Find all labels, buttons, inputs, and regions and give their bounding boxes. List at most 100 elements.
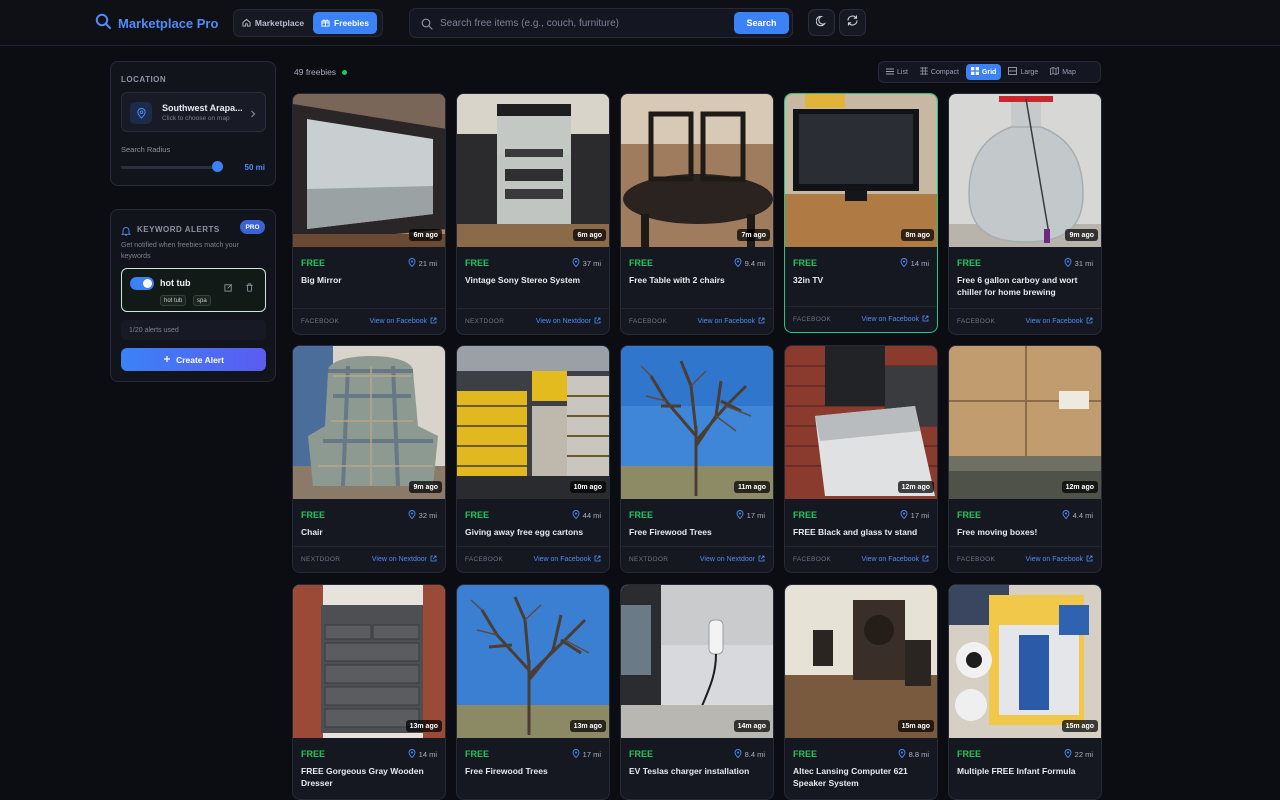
view-list-button[interactable]: List bbox=[881, 64, 913, 80]
view-compact-button[interactable]: Compact bbox=[915, 64, 964, 80]
map-pin-icon bbox=[408, 749, 416, 760]
listing-title[interactable]: 32in TV bbox=[793, 274, 931, 286]
listing-title[interactable]: Free moving boxes! bbox=[957, 526, 1095, 538]
listing-card[interactable]: 7m ago FREE 9.4 mi Free Table with 2 cha… bbox=[620, 93, 774, 335]
location-picker[interactable]: Southwest Arapa... Click to choose on ma… bbox=[121, 92, 266, 132]
edit-icon[interactable] bbox=[224, 279, 233, 297]
listing-card[interactable]: 13m ago FREE 17 mi Free Firewood Trees bbox=[456, 584, 610, 800]
view-listing-link[interactable]: View on Facebook bbox=[1026, 555, 1093, 564]
listing-card[interactable]: 12m ago FREE 17 mi FREE Black and glass … bbox=[784, 345, 938, 573]
listing-card[interactable]: 9m ago FREE 32 mi Chair NEXTDOOR View on… bbox=[292, 345, 446, 573]
listing-time: 14m ago bbox=[733, 720, 770, 732]
view-listing-link[interactable]: View on Facebook bbox=[1026, 317, 1093, 326]
listing-card[interactable]: 9m ago FREE 31 mi Free 6 gallon carboy a… bbox=[948, 93, 1102, 335]
listing-distance-value: 17 mi bbox=[582, 750, 601, 759]
view-map-button[interactable]: Map bbox=[1045, 64, 1081, 80]
listing-time: 15m ago bbox=[1061, 720, 1098, 732]
listing-photo[interactable]: 9m ago bbox=[293, 346, 445, 499]
chevron-right-icon bbox=[249, 106, 257, 124]
listing-card[interactable]: 15m ago FREE 8.8 mi Altec Lansing Comput… bbox=[784, 584, 938, 800]
listing-photo[interactable]: 15m ago bbox=[949, 585, 1101, 738]
map-pin-icon bbox=[1064, 258, 1072, 269]
listing-title[interactable]: Chair bbox=[301, 526, 439, 538]
listing-title[interactable]: Free Firewood Trees bbox=[629, 526, 767, 538]
app-title: Marketplace Pro bbox=[118, 15, 219, 31]
tab-freebies[interactable]: Freebies bbox=[313, 12, 377, 34]
listing-card[interactable]: 14m ago FREE 8.4 mi EV Teslas charger in… bbox=[620, 584, 774, 800]
listing-footer: FACEBOOK View on Facebook bbox=[457, 546, 609, 572]
listing-title[interactable]: FREE Gorgeous Gray Wooden Dresser bbox=[301, 765, 439, 789]
theme-toggle-button[interactable] bbox=[808, 9, 835, 36]
map-pin-icon bbox=[900, 258, 908, 269]
live-status-dot bbox=[342, 69, 348, 75]
view-listing-link[interactable]: View on Facebook bbox=[534, 555, 601, 564]
listing-distance: 44 mi bbox=[572, 510, 601, 521]
listing-title[interactable]: Giving away free egg cartons bbox=[465, 526, 603, 538]
listing-photo[interactable]: 7m ago bbox=[621, 94, 773, 247]
pro-badge: PRO bbox=[240, 220, 265, 234]
view-listing-link[interactable]: View on Nextdoor bbox=[372, 555, 437, 564]
listing-card[interactable]: 10m ago FREE 44 mi Giving away free egg … bbox=[456, 345, 610, 573]
view-listing-link[interactable]: View on Facebook bbox=[862, 315, 929, 324]
listing-price: FREE bbox=[793, 510, 818, 520]
view-large-button[interactable]: Large bbox=[1003, 64, 1043, 80]
listing-distance-value: 8.8 mi bbox=[908, 750, 929, 759]
search-button[interactable]: Search bbox=[734, 12, 789, 34]
alert-toggle[interactable] bbox=[130, 277, 154, 290]
listing-card[interactable]: 11m ago FREE 17 mi Free Firewood Trees N… bbox=[620, 345, 774, 573]
listing-photo[interactable]: 9m ago bbox=[949, 94, 1101, 247]
radius-slider-thumb[interactable] bbox=[211, 161, 223, 172]
listing-title[interactable]: Big Mirror bbox=[301, 274, 439, 286]
external-link-icon bbox=[594, 317, 601, 326]
map-pin-icon bbox=[572, 749, 580, 760]
listing-photo[interactable]: 11m ago bbox=[621, 346, 773, 499]
listing-photo[interactable]: 14m ago bbox=[621, 585, 773, 738]
listing-photo[interactable]: 6m ago bbox=[457, 94, 609, 247]
listing-photo[interactable]: 12m ago bbox=[785, 346, 937, 499]
brand[interactable]: Marketplace Pro bbox=[95, 13, 218, 33]
listing-card[interactable]: 15m ago FREE 22 mi Multiple FREE Infant … bbox=[948, 584, 1102, 800]
view-listing-link[interactable]: View on Facebook bbox=[862, 555, 929, 564]
listing-distance: 4.4 mi bbox=[1062, 510, 1093, 521]
listing-photo[interactable]: 12m ago bbox=[949, 346, 1101, 499]
view-listing-link[interactable]: View on Facebook bbox=[370, 317, 437, 326]
listing-photo[interactable]: 10m ago bbox=[457, 346, 609, 499]
view-grid-button[interactable]: Grid bbox=[965, 64, 1002, 80]
view-listing-link[interactable]: View on Nextdoor bbox=[536, 317, 601, 326]
listing-title[interactable]: Vintage Sony Stereo System bbox=[465, 274, 603, 286]
view-compact-label: Compact bbox=[930, 68, 959, 76]
listing-card[interactable]: 6m ago FREE 37 mi Vintage Sony Stereo Sy… bbox=[456, 93, 610, 335]
create-alert-button[interactable]: Create Alert bbox=[121, 348, 266, 371]
listing-card[interactable]: 13m ago FREE 14 mi FREE Gorgeous Gray Wo… bbox=[292, 584, 446, 800]
listing-photo[interactable]: 13m ago bbox=[293, 585, 445, 738]
radius-slider-track[interactable] bbox=[121, 166, 221, 169]
listing-distance-value: 22 mi bbox=[1074, 750, 1093, 759]
listing-card[interactable]: 12m ago FREE 4.4 mi Free moving boxes! F… bbox=[948, 345, 1102, 573]
alert-tag: hot tub bbox=[160, 295, 187, 306]
listing-title[interactable]: FREE Black and glass tv stand bbox=[793, 526, 931, 538]
grid-icon bbox=[970, 67, 979, 77]
listing-card[interactable]: 6m ago FREE 21 mi Big Mirror FACEBOOK Vi… bbox=[292, 93, 446, 335]
refresh-button[interactable] bbox=[839, 9, 866, 36]
trash-icon[interactable] bbox=[245, 279, 254, 297]
listing-time: 9m ago bbox=[409, 481, 442, 493]
listing-photo[interactable]: 13m ago bbox=[457, 585, 609, 738]
listing-photo[interactable]: 8m ago bbox=[785, 94, 937, 247]
view-listing-link[interactable]: View on Facebook bbox=[698, 317, 765, 326]
tab-marketplace-label: Marketplace bbox=[254, 18, 305, 28]
search-input[interactable] bbox=[440, 10, 730, 36]
listing-photo[interactable]: 15m ago bbox=[785, 585, 937, 738]
listing-title[interactable]: EV Teslas charger installation bbox=[629, 765, 767, 777]
listing-price: FREE bbox=[465, 510, 490, 520]
listing-title[interactable]: Free 6 gallon carboy and wort chiller fo… bbox=[957, 274, 1095, 298]
listing-time: 6m ago bbox=[573, 229, 606, 241]
listing-title[interactable]: Altec Lansing Computer 621 Speaker Syste… bbox=[793, 765, 931, 789]
listing-title[interactable]: Multiple FREE Infant Formula bbox=[957, 765, 1095, 777]
listing-title[interactable]: Free Firewood Trees bbox=[465, 765, 603, 777]
tab-marketplace[interactable]: Marketplace bbox=[236, 12, 310, 34]
listing-photo[interactable]: 6m ago bbox=[293, 94, 445, 247]
alert-item[interactable]: hot tub hot tub spa bbox=[121, 268, 266, 312]
view-listing-link[interactable]: View on Nextdoor bbox=[700, 555, 765, 564]
listing-card-matched[interactable]: 8m ago FREE 14 mi 32in TV FACEBOOK View … bbox=[784, 93, 938, 333]
listing-title[interactable]: Free Table with 2 chairs bbox=[629, 274, 767, 286]
